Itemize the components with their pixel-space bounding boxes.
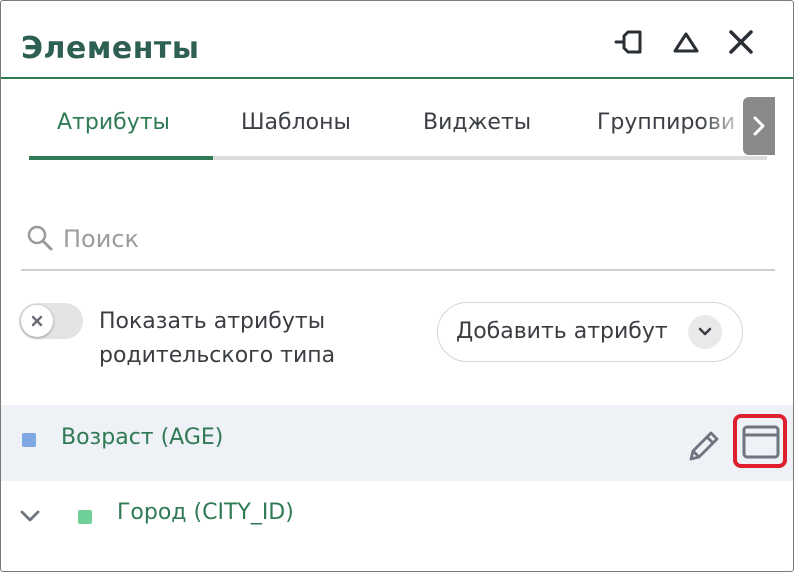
add-attribute-label: Добавить атрибут (456, 319, 668, 344)
show-parent-attributes-toggle[interactable] (19, 303, 83, 339)
toggle-label-line1: Показать атрибуты (99, 309, 326, 334)
attribute-type-marker (22, 433, 36, 447)
close-icon[interactable] (724, 25, 758, 59)
header-divider (1, 77, 793, 79)
attribute-type-marker (78, 510, 92, 524)
search-icon (27, 225, 53, 251)
toggle-label-line2: родительского типа (99, 343, 336, 368)
chevron-right-icon (753, 116, 765, 136)
toggle-knob (21, 305, 53, 337)
chevron-down-icon (688, 315, 722, 349)
tab-templates[interactable]: Шаблоны (241, 105, 351, 145)
active-tab-indicator (29, 156, 213, 160)
attribute-row[interactable]: Возраст (AGE) (1, 405, 793, 481)
elements-panel: Элементы Атрибуты Шаблоны Виджеты Группи… (0, 0, 794, 572)
tabs-scroll-right-button[interactable] (743, 97, 775, 155)
highlight-box (733, 414, 787, 468)
toggle-label: Показать атрибуты родительского типа (99, 305, 399, 373)
x-icon (31, 315, 43, 327)
attribute-label: Возраст (AGE) (61, 425, 224, 450)
attribute-label: Город (CITY_ID) (117, 500, 294, 525)
search-underline (21, 269, 775, 271)
attribute-row[interactable]: Город (CITY_ID) (1, 481, 793, 551)
add-attribute-button[interactable]: Добавить атрибут (437, 302, 743, 362)
search-input[interactable] (63, 221, 763, 257)
edit-icon[interactable] (681, 423, 727, 469)
collapse-up-icon[interactable] (669, 25, 703, 59)
panel-title: Элементы (21, 31, 200, 66)
pin-icon[interactable] (614, 25, 648, 59)
tab-widgets[interactable]: Виджеты (423, 105, 531, 145)
chevron-down-icon[interactable] (15, 501, 45, 531)
search-box (21, 215, 775, 271)
tab-attributes[interactable]: Атрибуты (57, 105, 170, 145)
